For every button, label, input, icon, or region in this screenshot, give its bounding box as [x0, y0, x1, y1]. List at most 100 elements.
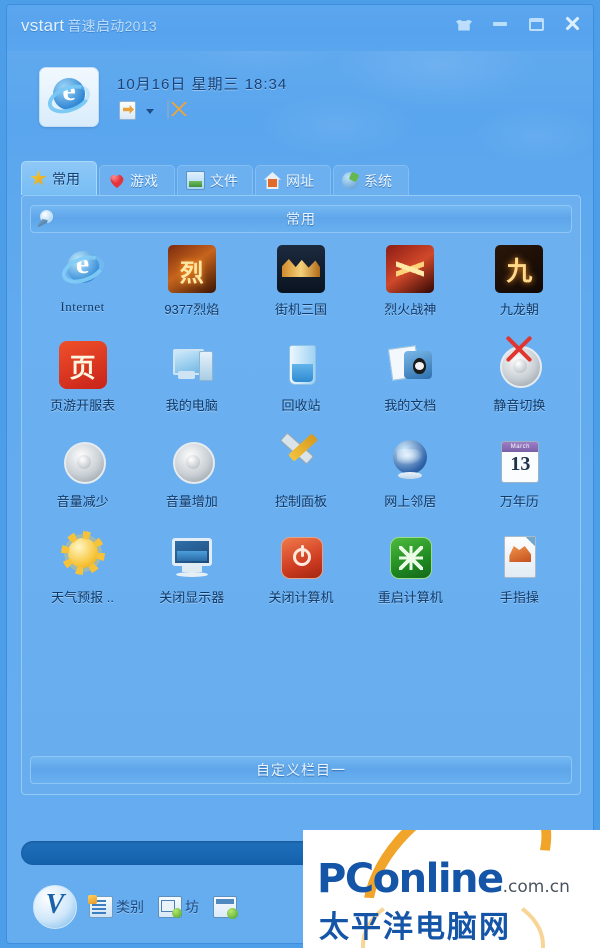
grid-item-label: 关闭计算机: [268, 590, 334, 605]
new-item-button[interactable]: 坊: [156, 894, 201, 920]
grid-item-label: Internet: [60, 299, 105, 314]
grid-item-label: 我的电脑: [165, 398, 218, 413]
maximize-icon: [528, 17, 544, 31]
grid-item-calendar[interactable]: March 13 万年历: [465, 431, 574, 527]
grid-item-finger-exercise[interactable]: 手指操: [465, 527, 574, 623]
volume-up-icon: [168, 437, 216, 485]
tab-xitong[interactable]: 系统: [333, 165, 409, 195]
group-header-changyong[interactable]: 常用: [30, 205, 572, 233]
home-icon: [264, 172, 281, 189]
grid-item-label: 关闭显示器: [159, 590, 225, 605]
tab-label: 文件: [210, 172, 238, 189]
header-mini-buttons: [119, 100, 193, 125]
maximize-button[interactable]: [525, 13, 547, 35]
new-item-label: 坊: [185, 899, 199, 915]
pconline-watermark: PConline.com.cn 太平洋电脑网: [303, 830, 600, 948]
game-arcade-sanguo-icon: [276, 245, 325, 293]
tab-label: 游戏: [130, 172, 158, 189]
new-category-icon: [88, 895, 113, 918]
group-header-custom-section[interactable]: 自定义栏目一: [30, 756, 572, 784]
star-icon: [30, 170, 47, 186]
header-internet-explorer-button[interactable]: [39, 67, 99, 127]
minimize-icon: [493, 22, 507, 26]
lamp-icon: [36, 209, 55, 228]
vstart-application-window: vstart音速启动2013 10月16日 星期三 18:34: [0, 0, 600, 948]
grid-item-label: 重启计算机: [377, 590, 443, 605]
content-panel: 常用 Internet 9377烈焰 街机三国 烈火战神: [21, 195, 581, 795]
grid-item-control-panel[interactable]: 控制面板: [246, 431, 355, 527]
chevron-down-icon: [146, 109, 154, 114]
grid-item-label: 静音切换: [493, 398, 546, 413]
window-title-brand: vstart: [21, 16, 65, 35]
heart-icon: [108, 172, 125, 189]
grid-item-network-neighborhood[interactable]: 网上邻居: [356, 431, 465, 527]
mail-button[interactable]: [167, 100, 193, 125]
finger-exercise-icon: [495, 533, 543, 581]
new-category-button[interactable]: 类别: [87, 894, 146, 920]
datetime-display: 10月16日 星期三 18:34: [117, 76, 288, 93]
mail-icon: [167, 100, 169, 119]
skin-button[interactable]: [453, 13, 475, 35]
watermark-chinese: 太平洋电脑网: [319, 911, 511, 944]
grid-item-arcade-sanguo[interactable]: 街机三国: [246, 239, 355, 335]
grid-item-label: 万年历: [499, 494, 539, 509]
tab-bar: 常用 游戏 文件 网址 系统: [21, 161, 581, 195]
tab-changyong[interactable]: 常用: [21, 161, 97, 195]
grid-item-label: 回收站: [281, 398, 321, 413]
grid-item-label: 9377烈焰: [164, 302, 220, 317]
grid-item-label: 网上邻居: [384, 494, 437, 509]
grid-item-my-computer[interactable]: 我的电脑: [137, 335, 246, 431]
grid-item-weather-forecast[interactable]: 天气预报 ..: [28, 527, 137, 623]
grid-item-my-documents[interactable]: 我的文档: [356, 335, 465, 431]
header-area: 10月16日 星期三 18:34: [7, 51, 593, 161]
weather-forecast-icon: [59, 533, 107, 581]
close-button[interactable]: [561, 13, 583, 35]
window-title: vstart 音速启动2013: [21, 16, 157, 36]
close-icon: [563, 15, 581, 33]
new-item-icon: [158, 896, 182, 918]
grid-item-shutdown[interactable]: 关闭计算机: [246, 527, 355, 623]
tab-youxi[interactable]: 游戏: [99, 165, 175, 195]
grid-item-turn-off-monitor[interactable]: 关闭显示器: [137, 527, 246, 623]
grid-item-mute-toggle[interactable]: 静音切换: [465, 335, 574, 431]
grid-item-recycle-bin[interactable]: 回收站: [246, 335, 355, 431]
watermark-domain-suffix: .com.cn: [502, 877, 570, 897]
grid-item-label: 控制面板: [274, 494, 327, 509]
minimize-button[interactable]: [489, 13, 511, 35]
settings-button[interactable]: [211, 894, 242, 920]
calendar-day-label: 13: [510, 453, 531, 475]
skin-icon: [456, 18, 472, 31]
grid-item-restart[interactable]: 重启计算机: [356, 527, 465, 623]
folder-image-icon: [186, 171, 205, 190]
tab-wangzhi[interactable]: 网址: [255, 165, 331, 195]
grid-item-label: 我的文档: [384, 398, 437, 413]
network-neighborhood-icon: [386, 437, 434, 485]
tab-label: 网址: [286, 172, 314, 189]
grid-item-liehuo[interactable]: 烈火战神: [356, 239, 465, 335]
control-panel-icon: [277, 432, 325, 485]
vstart-logo-icon[interactable]: [33, 885, 77, 929]
mute-toggle-icon: [495, 341, 543, 389]
tab-label: 系统: [364, 172, 392, 189]
game-liehuo-icon: [386, 245, 435, 293]
settings-icon: [213, 896, 238, 919]
tab-wenjian[interactable]: 文件: [177, 165, 253, 195]
grid-item-jiulongchao[interactable]: 九龙朝: [465, 239, 574, 335]
watermark-dots: [421, 834, 491, 856]
window-frame: vstart音速启动2013 10月16日 星期三 18:34: [6, 4, 594, 944]
grid-item-9377[interactable]: 9377烈焰: [137, 239, 246, 335]
grid-item-label: 音量减少: [56, 494, 109, 509]
grid-item-label: 街机三国: [274, 302, 327, 317]
internet-explorer-icon: [43, 74, 95, 119]
grid-item-label: 音量增加: [165, 494, 218, 509]
restart-icon: [386, 533, 434, 581]
grid-item-volume-down[interactable]: 音量减少: [28, 431, 137, 527]
switch-button[interactable]: [119, 101, 154, 125]
grid-item-internet[interactable]: Internet: [28, 239, 137, 335]
game-9377-icon: [167, 245, 216, 293]
game-jiulongchao-icon: [495, 245, 544, 293]
webgame-schedule-icon: [58, 341, 107, 389]
grid-item-volume-up[interactable]: 音量增加: [137, 431, 246, 527]
grid-item-webgame-schedule[interactable]: 页游开服表: [28, 335, 137, 431]
group-title: 常用: [286, 211, 316, 227]
